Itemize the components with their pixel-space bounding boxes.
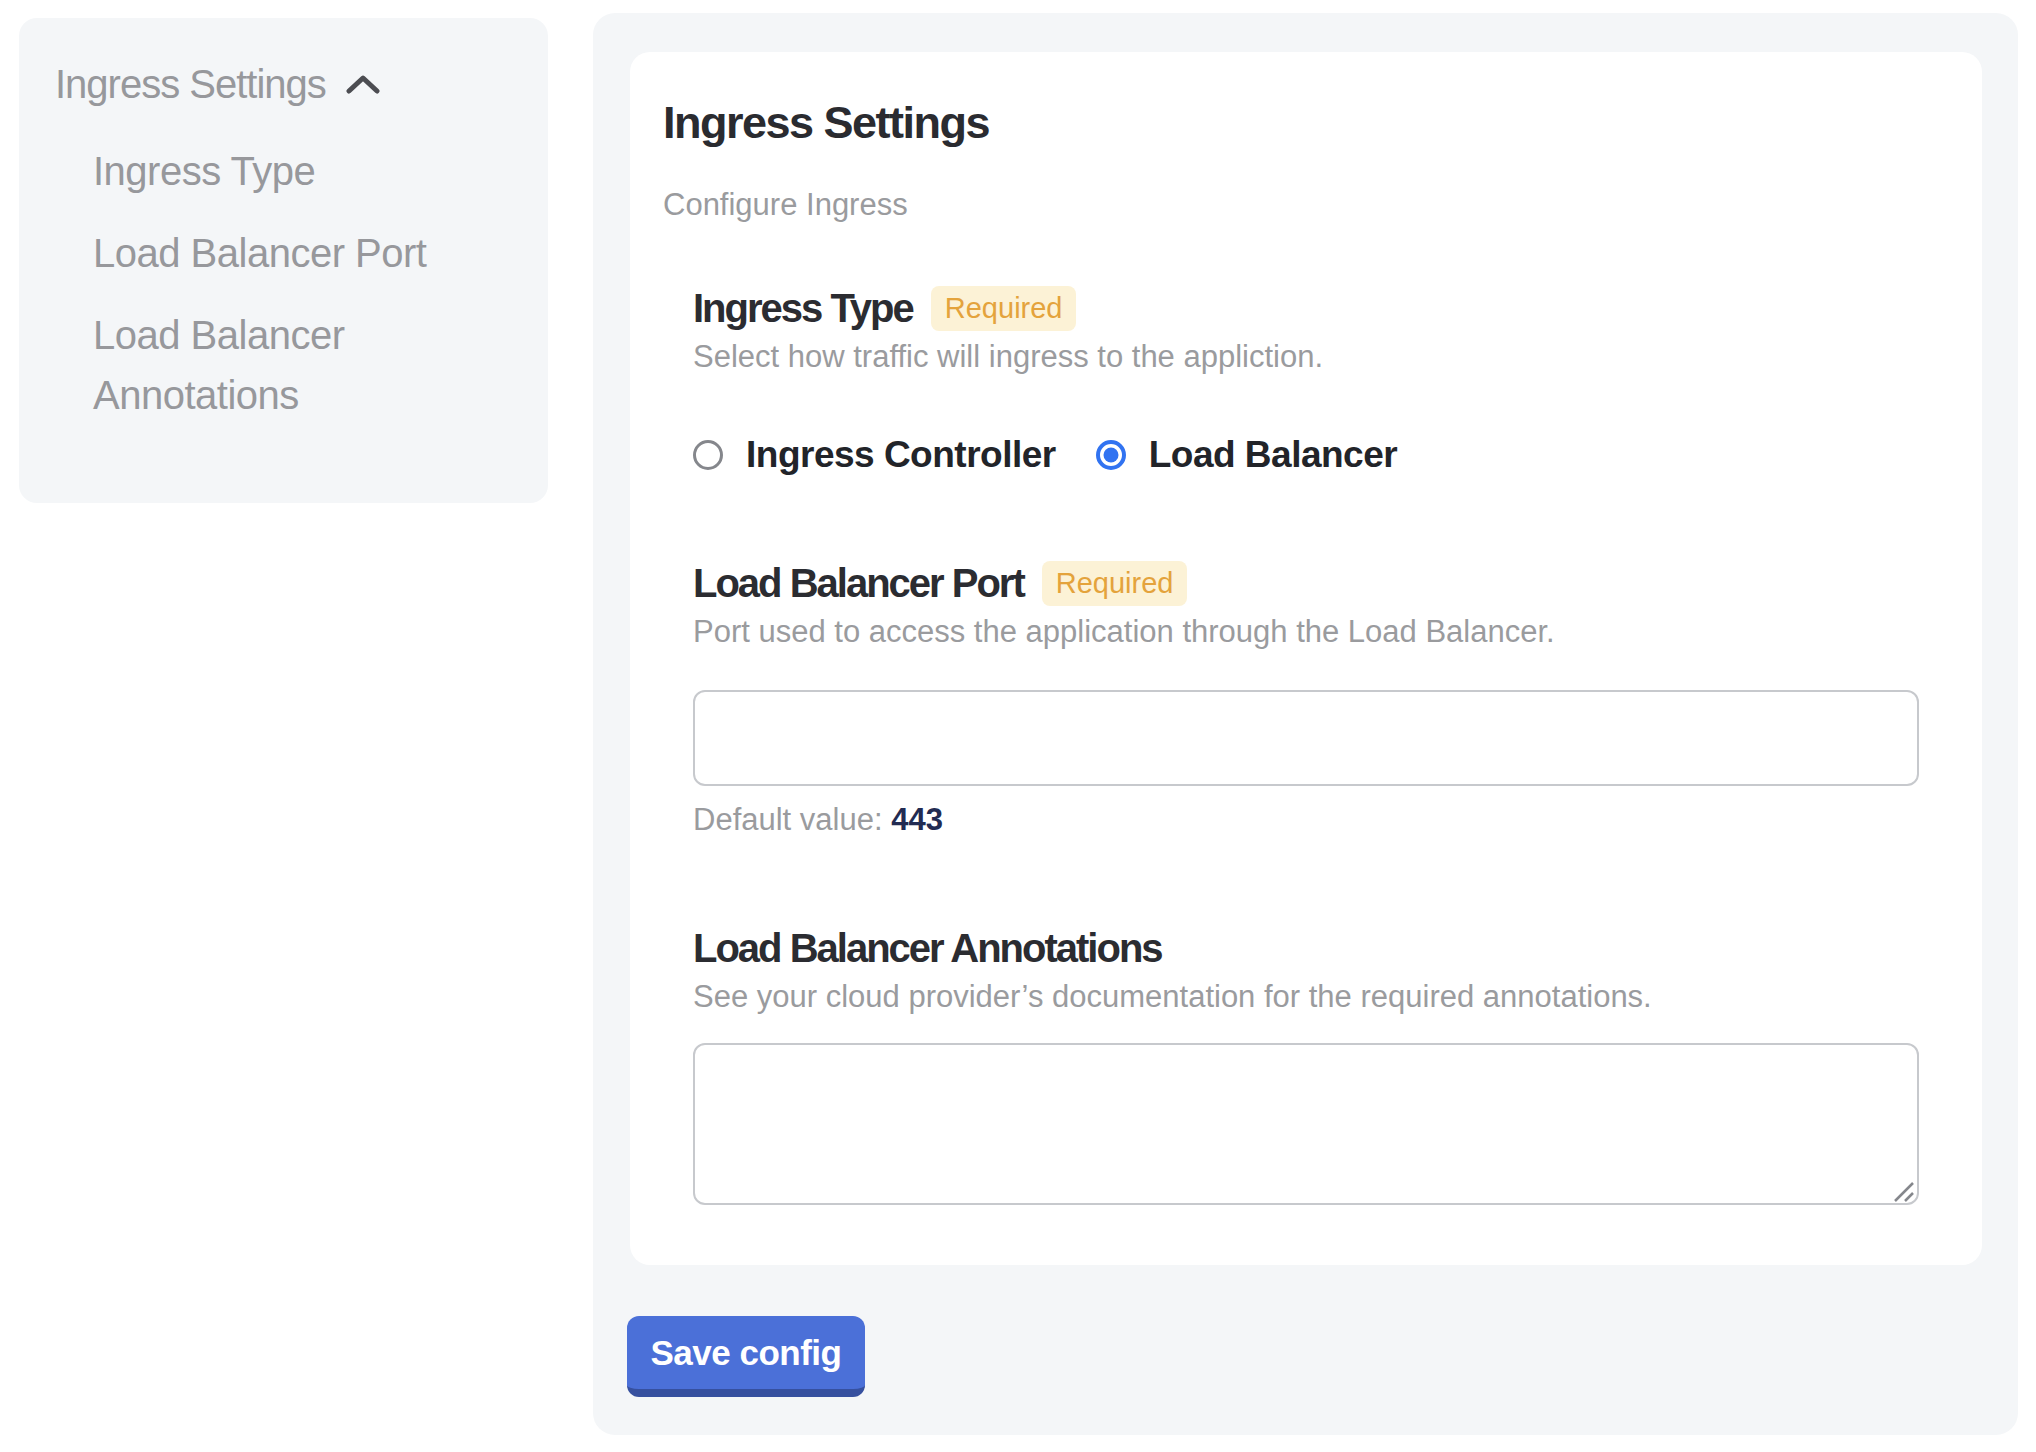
sidebar-group-label: Ingress Settings [55, 61, 326, 107]
form-sections: Ingress Type Required Select how traffic… [693, 285, 1919, 1205]
required-badge: Required [931, 286, 1077, 331]
radio-label-ingress-controller[interactable]: Ingress Controller [746, 434, 1056, 476]
sidebar-item-load-balancer-annotations[interactable]: Load Balancer Annotations [93, 305, 512, 425]
lb-port-title: Load Balancer Port [693, 560, 1024, 606]
sidebar-group-header[interactable]: Ingress Settings [55, 61, 512, 107]
radio-label-load-balancer[interactable]: Load Balancer [1149, 434, 1397, 476]
page: Ingress Settings Ingress Type Load Balan… [0, 0, 2036, 1452]
lb-annotations-textarea[interactable] [693, 1043, 1919, 1205]
lb-annotations-title-row: Load Balancer Annotations [693, 925, 1919, 971]
lb-annotations-title: Load Balancer Annotations [693, 925, 1162, 971]
radio-load-balancer[interactable] [1096, 440, 1126, 470]
radio-option-ingress-controller[interactable]: Ingress Controller [693, 434, 1056, 476]
save-config-button[interactable]: Save config [627, 1316, 865, 1397]
resize-handle-icon[interactable] [1891, 1179, 1917, 1205]
sidebar-item-ingress-type[interactable]: Ingress Type [93, 141, 512, 201]
default-value-label: Default value: [693, 802, 883, 837]
radio-ingress-controller[interactable] [693, 440, 723, 470]
page-subtitle: Configure Ingress [663, 187, 1949, 223]
lb-port-default-row: Default value: 443 [693, 802, 1919, 838]
ingress-type-title-row: Ingress Type Required [693, 285, 1919, 331]
page-title: Ingress Settings [663, 97, 1949, 149]
default-value: 443 [891, 802, 943, 837]
sidebar: Ingress Settings Ingress Type Load Balan… [19, 18, 548, 503]
ingress-type-description: Select how traffic will ingress to the a… [693, 339, 1919, 375]
chevron-up-icon [346, 74, 380, 94]
required-badge: Required [1042, 561, 1188, 606]
sidebar-item-load-balancer-port[interactable]: Load Balancer Port [93, 223, 512, 283]
main-panel: Ingress Settings Configure Ingress Ingre… [593, 13, 2018, 1435]
radio-option-load-balancer[interactable]: Load Balancer [1096, 434, 1397, 476]
lb-port-input[interactable] [693, 690, 1919, 786]
lb-annotations-description: See your cloud provider’s documentation … [693, 979, 1919, 1015]
ingress-settings-card: Ingress Settings Configure Ingress Ingre… [630, 52, 1982, 1265]
sidebar-items: Ingress Type Load Balancer Port Load Bal… [93, 141, 512, 425]
ingress-type-title: Ingress Type [693, 285, 913, 331]
lb-annotations-textarea-wrap [693, 1043, 1919, 1205]
ingress-type-options: Ingress Controller Load Balancer [693, 434, 1919, 476]
lb-port-description: Port used to access the application thro… [693, 614, 1919, 650]
lb-port-title-row: Load Balancer Port Required [693, 560, 1919, 606]
